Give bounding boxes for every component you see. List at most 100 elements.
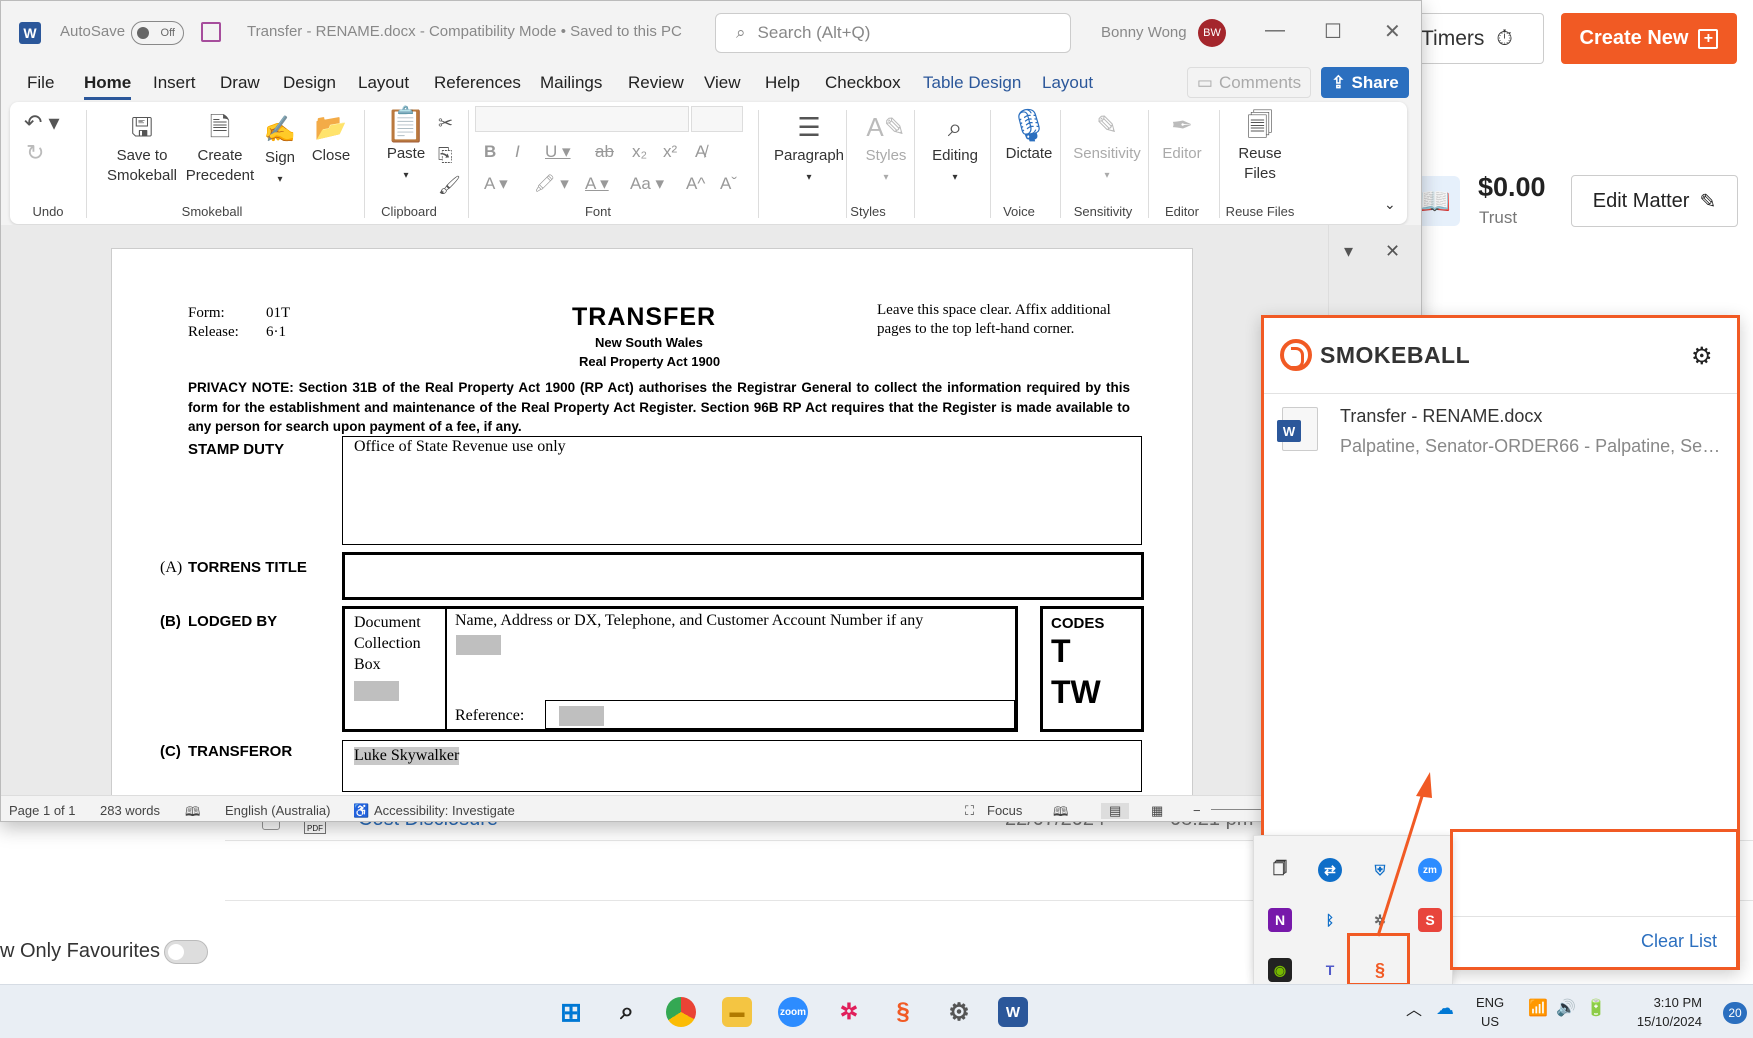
format-painter-button[interactable]: 🖌 (438, 170, 461, 204)
maximize-icon[interactable]: ☐ (1324, 19, 1342, 44)
zoom-out-icon[interactable]: − (1193, 803, 1201, 818)
close-button[interactable]: 📂 Close (308, 112, 354, 166)
minimize-icon[interactable]: — (1265, 19, 1285, 42)
font-color-icon[interactable]: A ▾ (585, 174, 609, 194)
chrome-icon[interactable] (666, 997, 696, 1027)
recent-file-name[interactable]: Transfer - RENAME.docx (1340, 406, 1542, 427)
bold-icon[interactable]: B (484, 142, 496, 162)
tab-layout[interactable]: Layout (358, 73, 409, 93)
highlight-icon[interactable]: 🖍 ▾ (534, 174, 569, 194)
doc-collection-value[interactable] (354, 681, 399, 701)
sign-button[interactable]: ✍ Sign ▾ (260, 114, 300, 190)
ribbon-collapse-button[interactable]: ⌄ (1384, 194, 1396, 215)
dictate-button[interactable]: 🎙 Dictate (996, 109, 1062, 164)
reference-value[interactable] (559, 706, 604, 726)
font-name-select[interactable] (475, 106, 689, 132)
tab-view[interactable]: View (704, 73, 741, 93)
language-status[interactable]: English (Australia) (225, 803, 331, 818)
favourites-toggle[interactable] (164, 940, 208, 964)
cut-button[interactable]: ✂ (438, 108, 453, 142)
accessibility-status[interactable]: Accessibility: Investigate (374, 803, 515, 818)
paste-button[interactable]: 📋 Paste ▾ (376, 108, 436, 186)
document-title[interactable]: Transfer - RENAME.docx - Compatibility M… (247, 23, 682, 40)
pane-close-icon[interactable]: ✕ (1385, 241, 1400, 262)
bluetooth-icon[interactable]: ᛒ (1318, 908, 1342, 932)
focus-button[interactable]: Focus (987, 803, 1022, 818)
volume-icon[interactable]: 🔊 (1556, 999, 1576, 1018)
autosave-toggle[interactable]: Off (131, 21, 184, 45)
proofing-icon[interactable]: 🕮 (185, 803, 200, 821)
tab-draw[interactable]: Draw (220, 73, 260, 93)
file-explorer-icon[interactable]: ▬ (722, 997, 752, 1027)
underline-icon[interactable]: U ▾ (545, 142, 571, 162)
italic-icon[interactable]: I (515, 142, 520, 162)
teams-icon[interactable]: T (1318, 958, 1342, 982)
search-icon[interactable]: ⌕ (612, 997, 642, 1027)
strikethrough-icon[interactable]: ab (595, 142, 614, 162)
zoom-tray-icon[interactable]: zm (1418, 858, 1442, 882)
tab-checkbox[interactable]: Checkbox (825, 73, 901, 93)
nvidia-icon[interactable]: ◉ (1268, 958, 1292, 982)
avatar[interactable]: BW (1198, 19, 1226, 47)
undo-button[interactable]: ↶ ▾ (24, 108, 60, 142)
transferor-box[interactable] (342, 740, 1142, 792)
smokeball-taskbar-icon[interactable]: § (888, 997, 918, 1027)
notification-badge[interactable]: 20 (1723, 1002, 1747, 1024)
editing-button[interactable]: ⌕ Editing ▾ (922, 112, 988, 188)
close-window-icon[interactable]: ✕ (1384, 19, 1401, 44)
sensitivity-button[interactable]: ✎ Sensitivity ▾ (1066, 110, 1148, 186)
teamviewer-icon[interactable]: ⇄ (1318, 858, 1342, 882)
share-button[interactable]: ⇪ Share (1321, 67, 1409, 98)
tab-home[interactable]: Home (84, 73, 132, 100)
editor-button[interactable]: ✒ Editor (1154, 110, 1210, 164)
copy-button[interactable]: ⎘ (438, 140, 452, 174)
read-mode-icon[interactable]: 🕮 (1053, 803, 1068, 821)
comments-button[interactable]: ▭ Comments (1187, 67, 1311, 98)
font-size-select[interactable] (691, 106, 743, 132)
wifi-icon[interactable]: 📶 (1528, 999, 1548, 1018)
clock[interactable]: 3:10 PM 15/10/2024 (1622, 993, 1702, 1031)
tab-table-layout[interactable]: Layout (1042, 73, 1093, 93)
tab-insert[interactable]: Insert (153, 73, 196, 93)
web-layout-icon[interactable]: ▦ (1151, 803, 1163, 819)
search-input[interactable]: ⌕ Search (Alt+Q) (715, 13, 1071, 53)
name-address-value[interactable] (456, 635, 501, 655)
language-indicator[interactable]: ENG US (1476, 993, 1504, 1031)
tab-mailings[interactable]: Mailings (540, 73, 602, 93)
page-count[interactable]: Page 1 of 1 (9, 803, 76, 818)
save-icon[interactable] (201, 22, 221, 42)
settings-icon[interactable]: ⚙ (944, 997, 974, 1027)
gear-icon[interactable]: ⚙ (1691, 342, 1713, 371)
zoom-icon[interactable]: zoom (778, 997, 808, 1027)
superscript-icon[interactable]: x² (663, 142, 677, 162)
recent-file-matter[interactable]: Palpatine, Senator-ORDER66 - Palpatine, … (1340, 436, 1730, 457)
word-count[interactable]: 283 words (100, 803, 160, 818)
grow-font-icon[interactable]: A^ (686, 174, 705, 194)
clear-formatting-icon[interactable]: A̸ (695, 142, 706, 162)
save-to-smokeball-button[interactable]: 🖫 Save to Smokeball (94, 112, 190, 186)
torrens-title-field[interactable] (342, 552, 1144, 600)
styles-button[interactable]: A✎ Styles ▾ (856, 112, 916, 188)
transferor-value[interactable]: Luke Skywalker (354, 747, 460, 765)
paragraph-button[interactable]: ☰ Paragraph ▾ (762, 112, 856, 188)
edit-matter-button[interactable]: Edit Matter ✎ (1571, 175, 1738, 227)
text-effects-icon[interactable]: A ▾ (484, 174, 508, 194)
tab-design[interactable]: Design (283, 73, 336, 93)
onenote-icon[interactable]: N (1268, 908, 1292, 932)
change-case-icon[interactable]: Aa ▾ (630, 174, 664, 194)
security-shield-icon[interactable]: ⛨ (1368, 858, 1392, 882)
tab-references[interactable]: References (434, 73, 521, 93)
create-new-button[interactable]: Create New + (1561, 13, 1737, 64)
windows-start-icon[interactable]: ⊞ (556, 997, 586, 1027)
document-page[interactable]: Form: 01T Release: 6·1 TRANSFER New Sout… (111, 248, 1193, 808)
tab-table-design[interactable]: Table Design (923, 73, 1021, 93)
app-s-icon[interactable]: S (1418, 908, 1442, 932)
tab-file[interactable]: File (27, 73, 54, 93)
usb-drive-icon[interactable]: 🗍 (1268, 858, 1292, 882)
shrink-font-icon[interactable]: Aˇ (720, 174, 737, 194)
print-layout-icon[interactable]: ▤ (1101, 803, 1130, 819)
slack-icon[interactable]: ✲ (834, 997, 864, 1027)
pane-options-icon[interactable]: ▾ (1344, 241, 1353, 262)
slack-tray-icon[interactable]: ✲ (1368, 908, 1392, 932)
redo-button[interactable]: ↻ (26, 138, 44, 172)
